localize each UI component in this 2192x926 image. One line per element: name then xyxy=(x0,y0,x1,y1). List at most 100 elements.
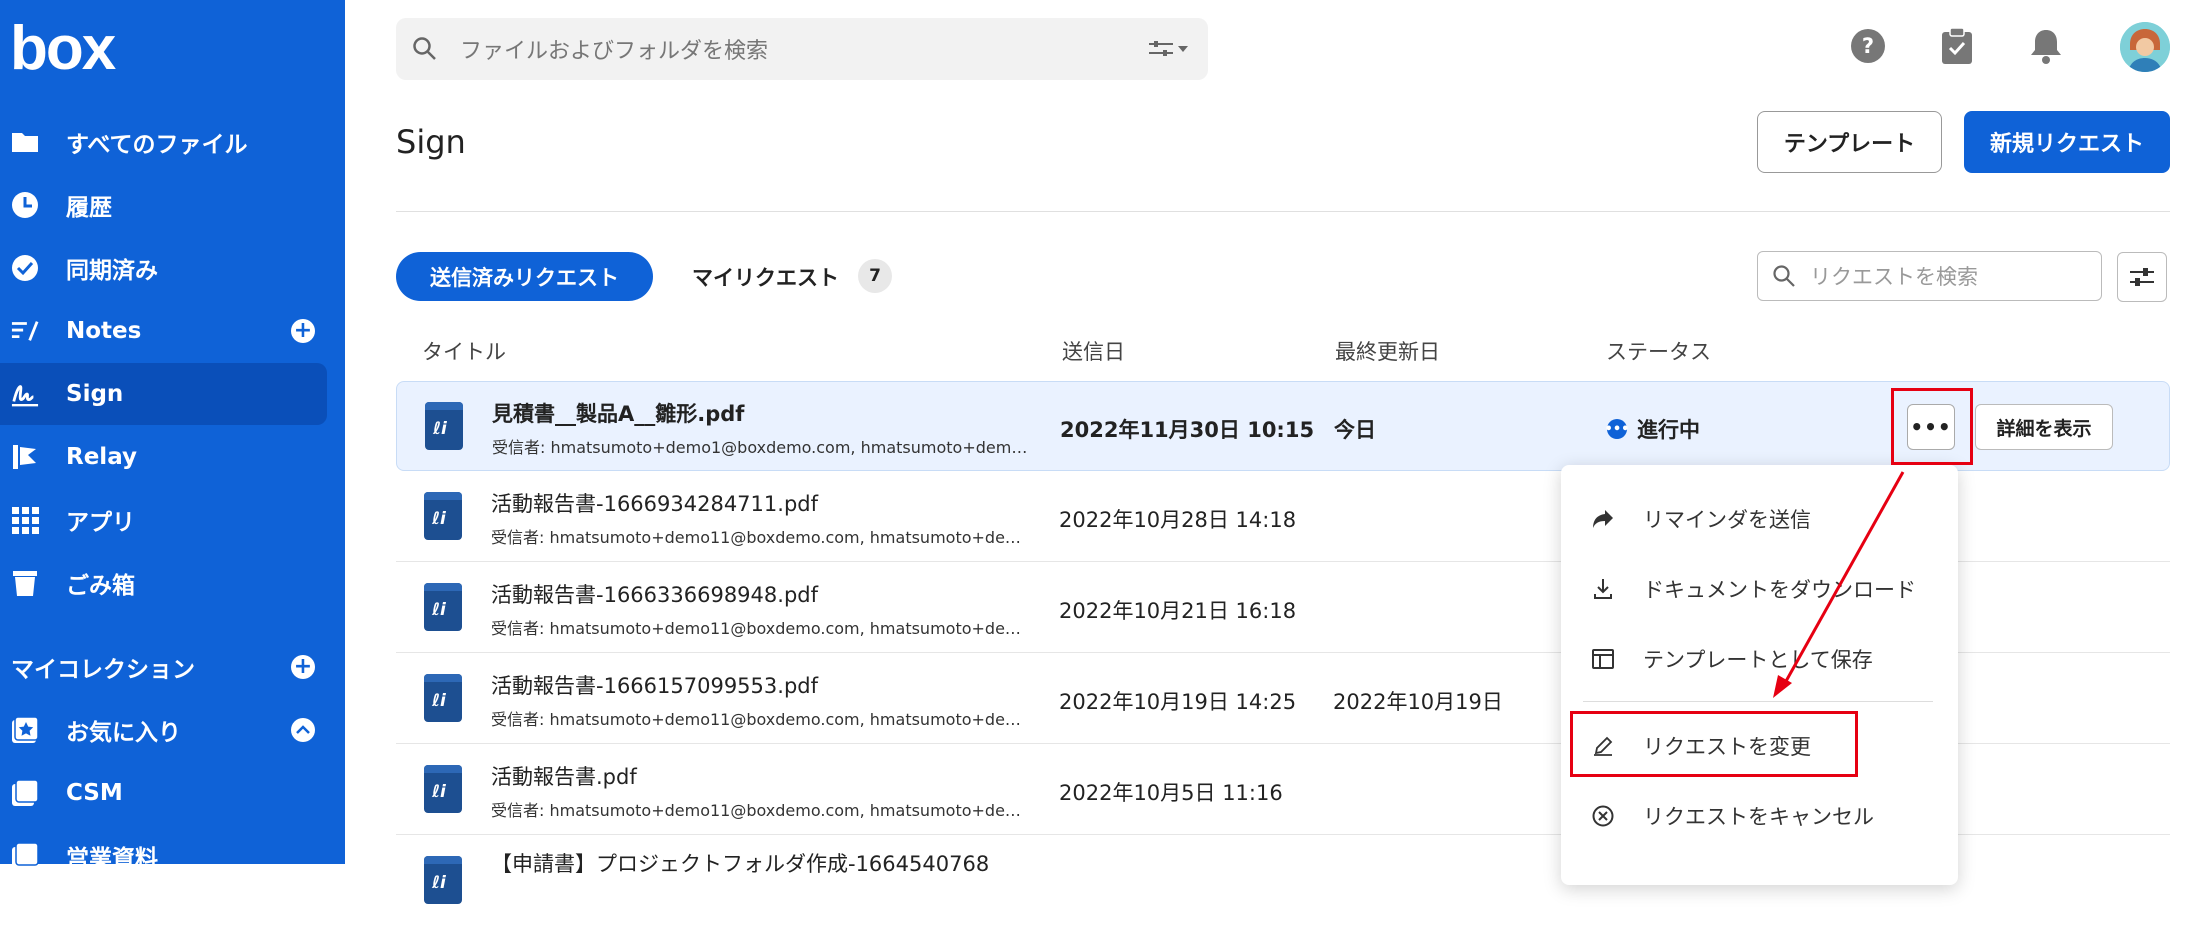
folder-icon xyxy=(11,128,39,156)
sidebar-item-label: Relay xyxy=(66,444,137,470)
file-name[interactable]: 活動報告書-1666336698948.pdf xyxy=(491,579,818,609)
menu-item-cancel-request[interactable]: リクエストをキャンセル xyxy=(1561,788,1958,844)
sent-date: 2022年11月30日 10:15 xyxy=(1060,418,1315,442)
sidebar-item-sales-materials[interactable]: 営業資料 xyxy=(0,825,327,887)
recipients: 受信者: hmatsumoto+demo1@boxdemo.com, hmats… xyxy=(492,438,1037,457)
box-logo[interactable]: box xyxy=(10,18,116,80)
collection-icon xyxy=(11,779,39,807)
notifications-bell-icon[interactable] xyxy=(2026,26,2066,66)
recipients: 受信者: hmatsumoto+demo11@boxdemo.com, hmat… xyxy=(491,619,1036,638)
sidebar-item-label: すべてのファイル xyxy=(66,132,248,158)
sidebar: box すべてのファイル 履歴 同期済み Notes + Sign Relay … xyxy=(0,0,345,872)
sidebar-item-trash[interactable]: ごみ箱 xyxy=(0,552,327,614)
request-options-menu: リマインダを送信 ドキュメントをダウンロード テンプレートとして保存 リクエスト… xyxy=(1561,465,1958,885)
column-header-updated[interactable]: 最終更新日 xyxy=(1335,336,1440,366)
relay-icon xyxy=(11,443,39,471)
sidebar-item-all-files[interactable]: すべてのファイル xyxy=(0,111,327,173)
menu-item-send-reminder[interactable]: リマインダを送信 xyxy=(1561,491,1958,547)
sidebar-item-label: ごみ箱 xyxy=(66,573,135,599)
sliders-icon xyxy=(2130,268,2154,286)
request-search-input[interactable]: リクエストを検索 xyxy=(1757,251,2102,301)
my-requests-count-badge: 7 xyxy=(858,259,892,293)
user-avatar[interactable] xyxy=(2120,22,2170,72)
sidebar-item-label: Sign xyxy=(66,381,124,407)
sign-document-icon: ℓi xyxy=(424,674,462,722)
sidebar-item-label: Notes xyxy=(66,318,142,344)
updated-date: 2022年10月19日 xyxy=(1333,690,1503,714)
sent-date: 2022年10月28日 14:18 xyxy=(1059,508,1297,532)
sidebar-item-label: 営業資料 xyxy=(66,846,158,872)
help-icon[interactable]: ? xyxy=(1848,26,1888,66)
status-badge: ••• 進行中 xyxy=(1605,414,1700,444)
search-icon xyxy=(412,36,438,68)
add-collection-button[interactable]: + xyxy=(291,655,315,679)
sign-document-icon: ℓi xyxy=(424,583,462,631)
sidebar-item-relay[interactable]: Relay xyxy=(0,426,327,488)
recipients: 受信者: hmatsumoto+demo11@boxdemo.com, hmat… xyxy=(491,801,1036,820)
filter-button[interactable] xyxy=(2117,252,2167,302)
sidebar-item-sign[interactable]: Sign xyxy=(0,363,327,425)
file-name[interactable]: 活動報告書.pdf xyxy=(491,761,637,791)
menu-item-label: リマインダを送信 xyxy=(1643,508,1811,532)
add-note-button[interactable]: + xyxy=(291,319,315,343)
menu-divider xyxy=(1583,701,1933,702)
collections-header: マイコレクション + xyxy=(11,642,327,692)
sign-document-icon: ℓi xyxy=(424,765,462,813)
menu-item-download[interactable]: ドキュメントをダウンロード xyxy=(1561,561,1958,617)
tab-sent-requests[interactable]: 送信済みリクエスト xyxy=(396,252,653,301)
cancel-circle-icon xyxy=(1591,804,1615,828)
file-name[interactable]: 見積書__製品A__雛形.pdf xyxy=(492,398,744,428)
apps-grid-icon xyxy=(11,506,39,534)
column-header-status[interactable]: ステータス xyxy=(1606,336,1711,366)
search-placeholder: ファイルおよびフォルダを検索 xyxy=(460,39,769,64)
view-details-button[interactable]: 詳細を表示 xyxy=(1975,404,2113,450)
header-divider xyxy=(396,211,2170,212)
sidebar-item-apps[interactable]: アプリ xyxy=(0,489,327,551)
menu-item-save-template[interactable]: テンプレートとして保存 xyxy=(1561,631,1958,687)
sign-icon xyxy=(11,380,39,408)
column-header-title[interactable]: タイトル xyxy=(422,336,506,366)
sidebar-item-history[interactable]: 履歴 xyxy=(0,174,327,236)
sidebar-item-favorites[interactable]: お気に入り xyxy=(0,699,327,761)
sidebar-item-notes[interactable]: Notes + xyxy=(0,300,327,362)
sign-document-icon: ℓi xyxy=(424,492,462,540)
sent-date: 2022年10月19日 14:25 xyxy=(1059,690,1297,714)
share-arrow-icon xyxy=(1591,507,1615,531)
collections-title: マイコレクション xyxy=(11,657,195,683)
sidebar-item-csm[interactable]: CSM xyxy=(0,762,327,824)
in-progress-icon: ••• xyxy=(1605,419,1629,439)
caret-down-icon xyxy=(1178,46,1188,52)
file-name[interactable]: 【申請書】プロジェクトフォルダ作成-1664540768 xyxy=(491,848,989,878)
menu-item-label: テンプレートとして保存 xyxy=(1643,648,1873,672)
template-icon xyxy=(1591,647,1615,671)
collection-icon xyxy=(11,842,39,870)
column-header-sent[interactable]: 送信日 xyxy=(1062,336,1125,366)
menu-item-label: リクエストをキャンセル xyxy=(1643,805,1874,829)
sign-document-icon: ℓi xyxy=(424,856,462,904)
search-filter-button[interactable] xyxy=(1148,40,1188,58)
global-search-input[interactable]: ファイルおよびフォルダを検索 xyxy=(396,18,1208,80)
clock-icon xyxy=(11,191,39,219)
request-search-placeholder: リクエストを検索 xyxy=(1810,265,1978,289)
star-icon xyxy=(11,716,39,744)
sidebar-item-label: 履歴 xyxy=(66,195,112,221)
status-label: 進行中 xyxy=(1637,418,1700,442)
tasks-clipboard-icon[interactable] xyxy=(1937,26,1977,66)
sidebar-item-label: CSM xyxy=(66,780,123,806)
file-name[interactable]: 活動報告書-1666934284711.pdf xyxy=(491,488,818,518)
sidebar-item-synced[interactable]: 同期済み xyxy=(0,237,327,299)
recipients: 受信者: hmatsumoto+demo11@boxdemo.com, hmat… xyxy=(491,710,1036,729)
updated-date: 今日 xyxy=(1334,418,1376,442)
file-name[interactable]: 活動報告書-1666157099553.pdf xyxy=(491,670,818,700)
sidebar-item-label: アプリ xyxy=(66,510,135,536)
svg-text:?: ? xyxy=(1862,34,1874,58)
trash-icon xyxy=(11,569,39,597)
search-icon xyxy=(1772,264,1796,293)
chevron-up-icon[interactable] xyxy=(291,718,315,742)
check-circle-icon xyxy=(11,254,39,282)
template-button[interactable]: テンプレート xyxy=(1757,111,1942,173)
sidebar-item-label: お気に入り xyxy=(66,720,181,746)
tab-my-requests[interactable]: マイリクエスト xyxy=(692,262,839,292)
menu-item-label: ドキュメントをダウンロード xyxy=(1643,578,1916,602)
new-request-button[interactable]: 新規リクエスト xyxy=(1964,111,2170,173)
